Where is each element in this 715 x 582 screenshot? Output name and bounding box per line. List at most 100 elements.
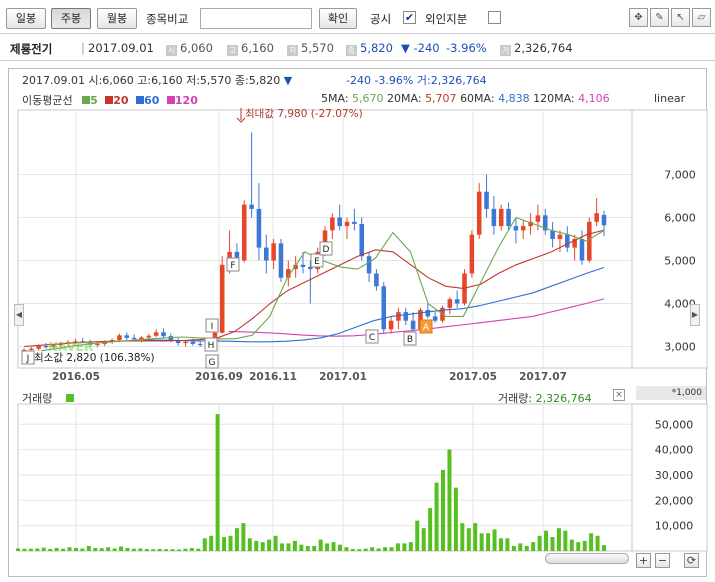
- volume-bar: [486, 533, 491, 551]
- volume-bar: [48, 548, 53, 551]
- volume-bar: [138, 548, 143, 551]
- volume-bar: [151, 549, 156, 551]
- volume-bar: [511, 545, 516, 551]
- volume-bar: [602, 545, 606, 551]
- volume-bar: [563, 530, 568, 551]
- volume-bar: [569, 539, 574, 551]
- volume-tick-label: 10,000: [655, 520, 694, 533]
- volume-bar: [595, 535, 600, 551]
- volume-bar: [505, 538, 510, 551]
- volume-bar: [460, 523, 465, 551]
- volume-bar: [531, 542, 536, 551]
- volume-bar: [395, 543, 400, 551]
- volume-bar: [80, 548, 85, 551]
- volume-bar: [305, 545, 310, 551]
- volume-bar: [157, 548, 162, 551]
- volume-bar: [447, 449, 452, 551]
- volume-bar: [228, 535, 233, 551]
- volume-bar: [376, 548, 381, 551]
- volume-bar: [119, 546, 124, 551]
- volume-bar: [312, 545, 317, 551]
- volume-bar: [176, 549, 181, 551]
- chart-scrollbar[interactable]: [545, 553, 629, 564]
- volume-bar: [498, 538, 503, 551]
- volume-bar: [421, 528, 426, 551]
- volume-bar: [164, 549, 169, 551]
- volume-bar: [22, 548, 27, 551]
- volume-bar: [363, 548, 368, 551]
- volume-bar: [524, 545, 529, 551]
- scroll-left-arrow[interactable]: ◀: [14, 304, 24, 326]
- volume-bar: [183, 548, 188, 551]
- volume-bar: [576, 542, 581, 551]
- volume-bar: [215, 414, 220, 551]
- volume-bar: [99, 548, 104, 551]
- volume-plot-area: [17, 403, 633, 552]
- volume-bar: [125, 547, 130, 551]
- volume-tick-label: 40,000: [655, 444, 694, 457]
- volume-bar: [54, 547, 59, 551]
- volume-bar: [196, 548, 201, 551]
- volume-bar: [550, 537, 555, 551]
- volume-bar: [189, 547, 194, 551]
- volume-bar: [337, 544, 342, 551]
- volume-grid: 10,000 20,000 30,000 40,000 50,000: [17, 403, 708, 552]
- volume-bar: [331, 542, 336, 551]
- volume-bar: [299, 544, 304, 551]
- volume-bar: [86, 545, 91, 551]
- volume-bar: [389, 547, 394, 551]
- volume-bar: [61, 548, 66, 551]
- zoom-in-button[interactable]: +: [636, 553, 651, 568]
- volume-bar: [350, 548, 355, 551]
- refresh-icon[interactable]: ⟳: [684, 553, 699, 568]
- volume-bar: [286, 543, 291, 551]
- volume-bar: [325, 543, 330, 551]
- volume-bar: [209, 535, 214, 551]
- volume-tick-label: 50,000: [655, 418, 694, 431]
- volume-bar: [260, 542, 265, 551]
- volume-bar: [582, 540, 587, 551]
- volume-bar: [254, 540, 259, 551]
- volume-bar: [93, 547, 98, 551]
- volume-bar: [222, 537, 227, 551]
- zoom-out-button[interactable]: −: [655, 553, 670, 568]
- volume-bar: [170, 549, 175, 551]
- volume-bar: [241, 523, 246, 551]
- volume-bar: [41, 547, 46, 551]
- volume-tick-label: 30,000: [655, 469, 694, 482]
- volume-bar: [479, 533, 484, 551]
- volume-bar: [344, 547, 349, 551]
- volume-bar: [544, 530, 549, 551]
- volume-bar: [383, 547, 388, 551]
- volume-bar: [537, 535, 542, 551]
- volume-bar: [453, 487, 458, 551]
- volume-bar: [318, 539, 323, 551]
- scroll-right-arrow[interactable]: ▶: [690, 304, 700, 326]
- volume-tick-label: 20,000: [655, 494, 694, 507]
- volume-bar: [357, 549, 362, 551]
- volume-bar: [292, 540, 297, 551]
- volume-bar: [415, 520, 420, 551]
- volume-chart[interactable]: 10,000 20,000 30,000 40,000 50,000: [0, 0, 715, 582]
- volume-bar: [234, 528, 239, 551]
- volume-bar: [280, 543, 285, 551]
- volume-bar: [370, 547, 375, 551]
- volume-bar: [473, 523, 478, 551]
- volume-bar: [589, 533, 594, 551]
- volume-bar: [556, 528, 561, 551]
- volume-bar: [35, 548, 40, 551]
- volume-bar: [131, 548, 136, 551]
- volume-bar: [28, 548, 33, 551]
- volume-bar: [428, 507, 433, 551]
- volume-bar: [441, 469, 446, 551]
- volume-bar: [273, 535, 278, 551]
- volume-bar: [466, 528, 471, 551]
- volume-bar: [247, 538, 252, 551]
- volume-bar: [106, 547, 111, 551]
- volume-bar: [518, 543, 523, 551]
- volume-bar: [112, 548, 117, 551]
- volume-bar: [67, 547, 72, 551]
- volume-bar: [408, 542, 413, 551]
- volume-bar: [267, 539, 272, 551]
- volume-bar: [16, 548, 20, 551]
